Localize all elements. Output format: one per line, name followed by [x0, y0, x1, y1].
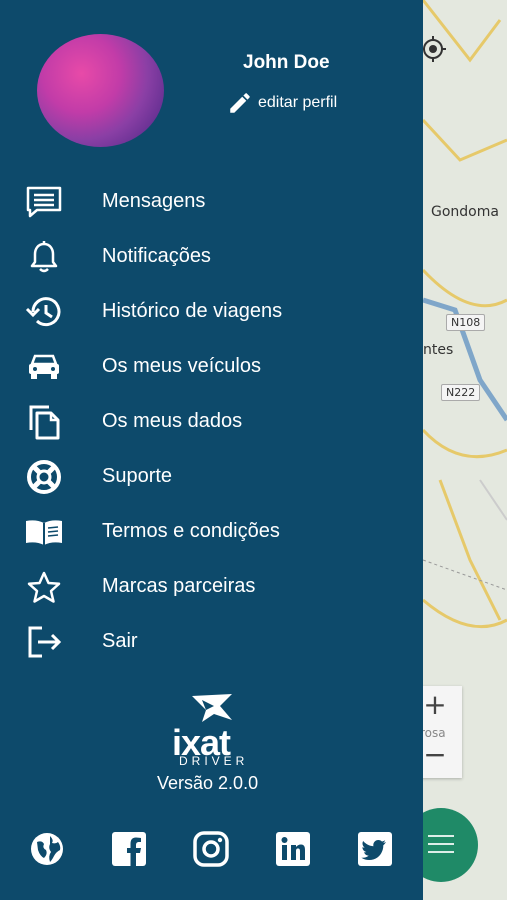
menu-item-mensagens[interactable]: Mensagens: [0, 174, 423, 229]
menu-item-dados[interactable]: Os meus dados: [0, 394, 423, 449]
logout-icon: [24, 624, 64, 660]
menu-item-label: Termos e condições: [102, 520, 280, 542]
menu-item-label: Os meus dados: [102, 410, 243, 432]
twitter-icon[interactable]: [356, 830, 394, 868]
avatar[interactable]: [37, 34, 164, 147]
menu-item-suporte[interactable]: Suporte: [0, 449, 423, 504]
car-icon: [24, 349, 64, 385]
menu-item-label: Suporte: [102, 465, 173, 487]
road-badge: N108: [446, 314, 486, 331]
menu-item-label: Notificações: [102, 245, 211, 267]
menu-item-label: Mensagens: [102, 190, 206, 212]
zoom-in-button[interactable]: +: [420, 688, 450, 721]
message-icon: [24, 184, 64, 220]
menu-item-sair[interactable]: Sair: [0, 614, 423, 669]
copy-icon: [24, 404, 64, 440]
menu-item-label: Sair: [102, 630, 138, 652]
app-version: Versão 2.0.0: [157, 773, 259, 793]
menu-item-notificacoes[interactable]: Notificações: [0, 229, 423, 284]
road-badge: N222: [441, 384, 481, 401]
hamburger-icon: [428, 835, 454, 855]
zoom-control: + rosa −: [420, 686, 462, 778]
pencil-icon: [230, 93, 250, 113]
edit-profile-link[interactable]: editar perfil: [227, 90, 337, 116]
menu-item-veiculos[interactable]: Os meus veículos: [0, 339, 423, 394]
map-label: Gondoma: [431, 204, 499, 220]
lifebuoy-icon: [24, 459, 64, 495]
menu-item-label: Marcas parceiras: [102, 575, 256, 597]
globe-icon[interactable]: [28, 830, 66, 868]
menu-item-label: Os meus veículos: [102, 355, 261, 377]
menu-item-marcas[interactable]: Marcas parceiras: [0, 559, 423, 614]
history-icon: [24, 294, 64, 330]
linkedin-icon[interactable]: [274, 830, 312, 868]
edit-profile-label: editar perfil: [258, 94, 338, 111]
menu-item-label: Histórico de viagens: [102, 300, 283, 322]
side-drawer: John Doe editar perfil Mensagens Notific…: [0, 0, 423, 900]
menu-item-historico[interactable]: Histórico de viagens: [0, 284, 423, 339]
map-label: ntes: [423, 342, 454, 358]
book-icon: [24, 514, 64, 550]
instagram-icon[interactable]: [192, 830, 230, 868]
brand-subtitle: DRIVER: [179, 754, 249, 768]
star-icon: [24, 569, 64, 605]
ixat-plane-icon: [192, 694, 232, 722]
facebook-icon[interactable]: [110, 830, 148, 868]
zoom-out-button[interactable]: −: [420, 738, 450, 771]
user-name: John Doe: [243, 52, 330, 73]
bell-icon: [24, 239, 64, 275]
menu-item-termos[interactable]: Termos e condições: [0, 504, 423, 559]
